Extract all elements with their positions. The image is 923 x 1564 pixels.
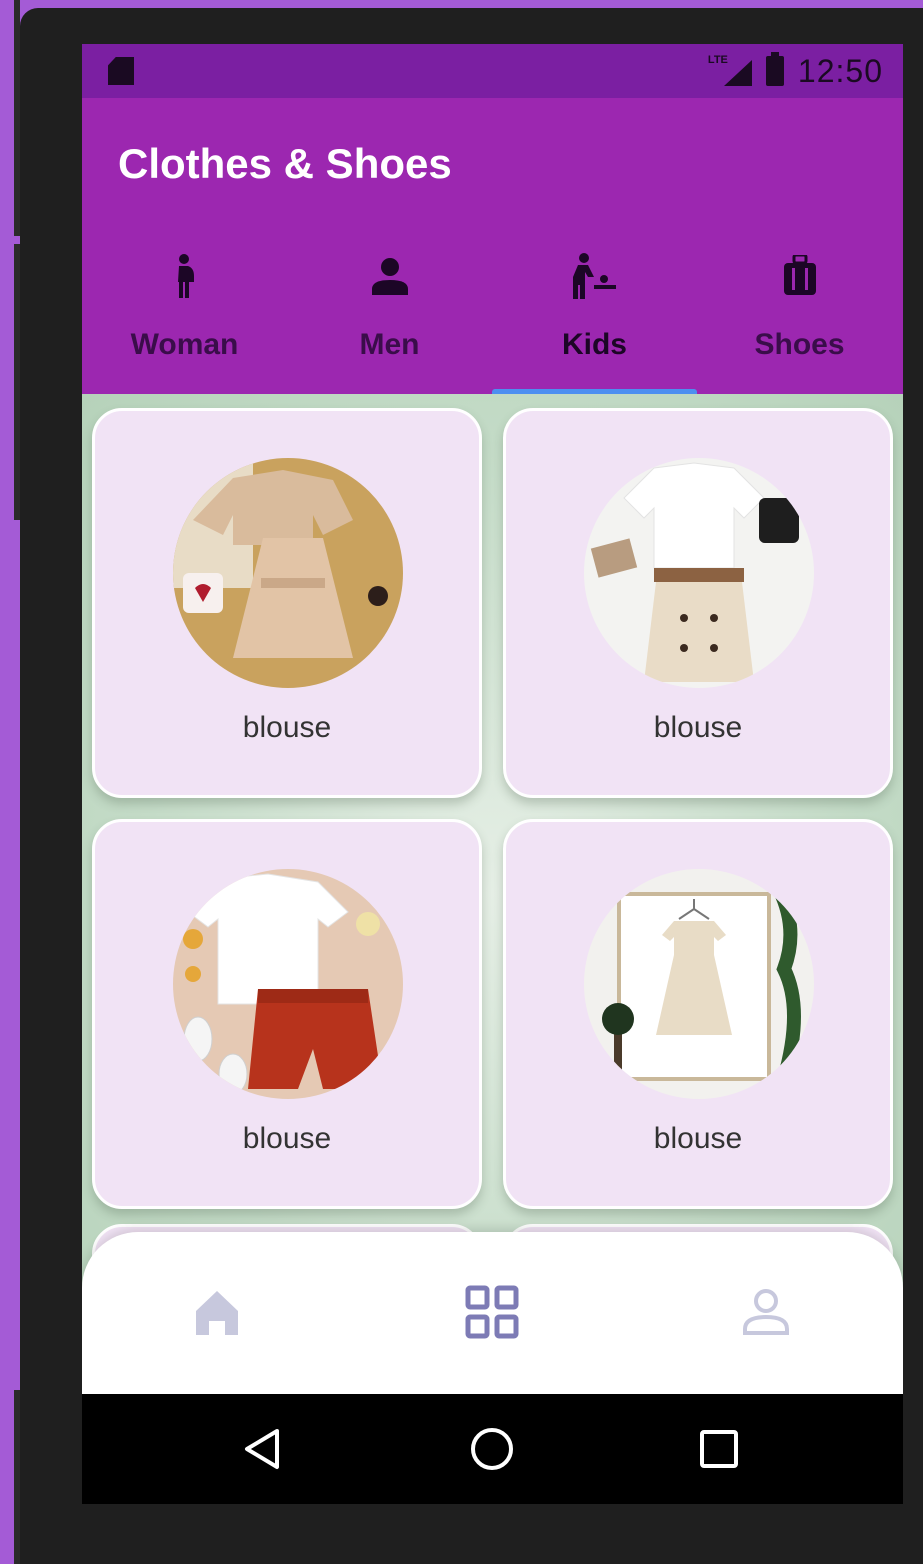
emulator-left-strip xyxy=(0,0,20,1564)
battery-icon xyxy=(765,52,784,86)
product-image xyxy=(584,458,814,688)
bottom-nav xyxy=(82,1232,903,1394)
pregnant-woman-icon xyxy=(173,248,197,304)
recents-icon xyxy=(700,1430,738,1468)
system-recents-button[interactable] xyxy=(694,1424,744,1474)
grid-icon xyxy=(465,1285,519,1339)
outfit-beige-dress-image xyxy=(173,458,403,688)
product-grid: blouse blouse blouse blouse xyxy=(92,408,893,1209)
product-card[interactable]: blouse xyxy=(92,408,482,798)
back-icon xyxy=(245,1429,279,1469)
system-back-button[interactable] xyxy=(238,1424,288,1474)
status-bar: LTE 12:50 xyxy=(82,44,903,98)
home-circle-icon xyxy=(471,1428,513,1470)
system-home-button[interactable] xyxy=(467,1424,517,1474)
signal-icon: LTE xyxy=(708,54,752,86)
pregnant-woman-svg xyxy=(177,254,194,298)
sd-card-icon xyxy=(108,57,134,85)
phone-screen: LTE 12:50 Clothes & Shoes Woman Men Kids… xyxy=(82,44,903,1504)
product-image xyxy=(173,869,403,1099)
tab-kids[interactable]: Kids xyxy=(492,248,697,394)
person-svg xyxy=(371,258,408,295)
tab-kids-label: Kids xyxy=(561,328,627,361)
luggage-svg xyxy=(783,255,816,295)
profile-icon xyxy=(743,1289,789,1335)
nav-grid-button[interactable] xyxy=(462,1282,522,1342)
tab-shoes-label: Shoes xyxy=(754,328,845,361)
person-icon xyxy=(370,248,410,304)
device-frame: LTE 12:50 Clothes & Shoes Woman Men Kids… xyxy=(20,8,923,1564)
product-caption: blouse xyxy=(653,711,743,744)
product-card[interactable]: blouse xyxy=(503,408,893,798)
category-tabs: Woman Men Kids Shoes xyxy=(82,248,903,394)
luggage-icon xyxy=(783,248,817,304)
nav-profile-button[interactable] xyxy=(736,1282,796,1342)
tab-men-label: Men xyxy=(359,328,420,361)
signal-strength-icon xyxy=(723,60,752,86)
baby-changing-svg xyxy=(572,253,616,299)
status-time: 12:50 xyxy=(797,52,883,89)
home-icon xyxy=(196,1291,238,1335)
status-right-group: LTE 12:50 xyxy=(708,52,883,90)
tab-shoes[interactable]: Shoes xyxy=(697,248,902,394)
baby-changing-icon xyxy=(572,248,618,304)
app-title: Clothes & Shoes xyxy=(118,140,452,187)
tab-men[interactable]: Men xyxy=(287,248,492,394)
nav-home-button[interactable] xyxy=(187,1282,247,1342)
outfit-white-blouse-red-shorts-image xyxy=(173,869,403,1099)
system-nav-bar xyxy=(82,1394,903,1504)
app-bar: Clothes & Shoes Woman Men Kids Shoes xyxy=(82,98,903,394)
outfit-white-shirt-skirt-image xyxy=(584,458,814,688)
emulator-top-strip xyxy=(0,0,923,8)
product-image xyxy=(173,458,403,688)
product-caption: blouse xyxy=(242,711,332,744)
product-card[interactable]: blouse xyxy=(92,819,482,1209)
product-card[interactable]: blouse xyxy=(503,819,893,1209)
tab-woman[interactable]: Woman xyxy=(82,248,287,394)
product-image xyxy=(584,869,814,1099)
outfit-dress-on-hanger-image xyxy=(584,869,814,1099)
tab-woman-label: Woman xyxy=(130,328,239,361)
product-caption: blouse xyxy=(653,1122,743,1155)
product-caption: blouse xyxy=(242,1122,332,1155)
